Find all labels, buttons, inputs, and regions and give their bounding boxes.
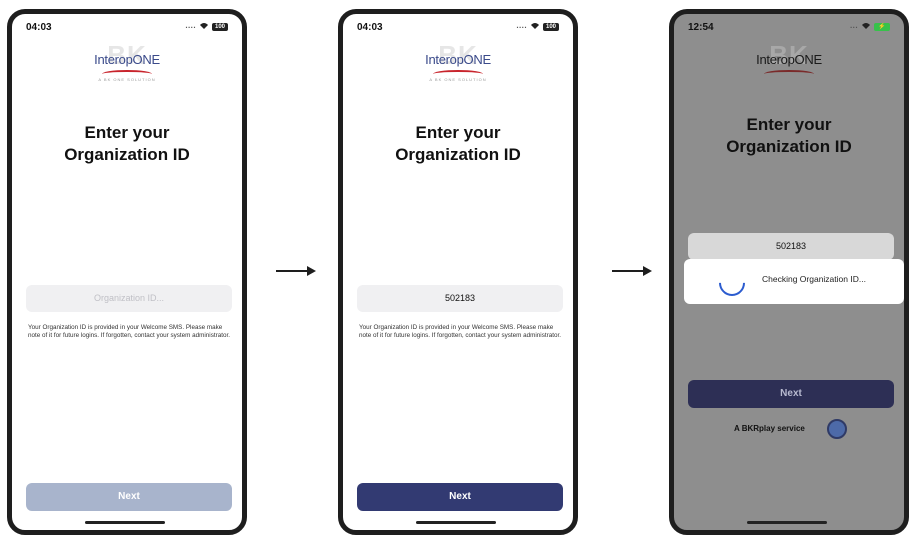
- status-icons: ···· 100: [185, 22, 228, 32]
- battery-icon: 100: [543, 23, 559, 31]
- page-title: Enter your Organization ID: [674, 114, 904, 158]
- wifi-icon: [530, 22, 540, 32]
- help-text: Your Organization ID is provided in your…: [28, 324, 230, 339]
- dialog-message: Checking Organization ID...: [762, 274, 866, 284]
- phone-screen-filled: 04:03 ···· 100 BK InteropONE A BK ONE SO…: [338, 9, 578, 535]
- organization-id-input[interactable]: 502183: [357, 285, 563, 312]
- organization-id-input[interactable]: 502183: [688, 233, 894, 260]
- next-button[interactable]: Next: [688, 380, 894, 408]
- status-bar: 04:03 ···· 100: [357, 22, 559, 36]
- arrow-right-icon: [276, 265, 316, 277]
- title-line-2: Organization ID: [64, 145, 190, 164]
- interopone-logo: BK InteropONE: [674, 40, 904, 84]
- home-indicator[interactable]: [85, 521, 165, 524]
- arrow-right-icon: [612, 265, 652, 277]
- home-indicator[interactable]: [416, 521, 496, 524]
- logo-tagline: A BK ONE SOLUTION: [98, 77, 156, 82]
- signal-icon: ···: [850, 22, 858, 32]
- logo-name: InteropONE: [756, 52, 822, 67]
- bkrplay-logo-icon: [827, 419, 847, 439]
- logo-name: InteropONE: [94, 52, 160, 67]
- logo-swoosh: [764, 70, 814, 78]
- status-bar: 12:54 ··· ⚡: [688, 22, 890, 36]
- interopone-logo: BK InteropONE A BK ONE SOLUTION: [12, 40, 242, 84]
- status-time: 12:54: [688, 22, 714, 33]
- next-button[interactable]: Next: [357, 483, 563, 511]
- help-text: Your Organization ID is provided in your…: [359, 324, 561, 339]
- loading-spinner-icon: [713, 264, 751, 302]
- title-line-1: Enter your: [415, 123, 501, 142]
- status-time: 04:03: [26, 22, 52, 33]
- status-icons: ···· 100: [516, 22, 559, 32]
- title-line-1: Enter your: [746, 115, 832, 134]
- logo-name: InteropONE: [425, 52, 491, 67]
- status-time: 04:03: [357, 22, 383, 33]
- title-line-2: Organization ID: [395, 145, 521, 164]
- status-bar: 04:03 ···· 100: [26, 22, 228, 36]
- service-credit: A BKRplay service: [734, 424, 805, 433]
- logo-tagline: A BK ONE SOLUTION: [429, 77, 487, 82]
- interopone-logo: BK InteropONE A BK ONE SOLUTION: [343, 40, 573, 84]
- next-button[interactable]: Next: [26, 483, 232, 511]
- checking-dialog: Checking Organization ID...: [684, 259, 904, 304]
- title-line-2: Organization ID: [726, 137, 852, 156]
- wifi-icon: [199, 22, 209, 32]
- phone-screen-checking: 12:54 ··· ⚡ BK InteropONE Enter your Org…: [669, 9, 909, 535]
- organization-id-input[interactable]: Organization ID...: [26, 285, 232, 312]
- signal-icon: ····: [516, 22, 527, 32]
- title-line-1: Enter your: [84, 123, 170, 142]
- wifi-icon: [861, 22, 871, 32]
- signal-icon: ····: [185, 22, 196, 32]
- battery-charging-icon: ⚡: [874, 23, 890, 31]
- phone-screen-empty: 04:03 ···· 100 BK InteropONE A BK ONE SO…: [7, 9, 247, 535]
- home-indicator[interactable]: [747, 521, 827, 524]
- page-title: Enter your Organization ID: [12, 122, 242, 166]
- status-icons: ··· ⚡: [850, 22, 890, 32]
- battery-icon: 100: [212, 23, 228, 31]
- page-title: Enter your Organization ID: [343, 122, 573, 166]
